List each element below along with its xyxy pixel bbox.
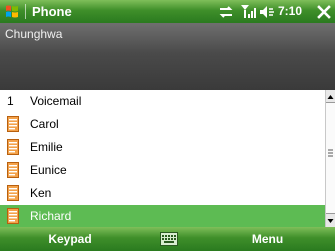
- grip-icon: [328, 149, 333, 157]
- list-item-contact[interactable]: Eunice: [0, 159, 325, 181]
- clock[interactable]: 7:10: [278, 4, 302, 18]
- arrow-down-icon: [327, 219, 334, 223]
- keyboard-icon[interactable]: [160, 232, 178, 246]
- list-item-contact[interactable]: Ken: [0, 182, 325, 204]
- list-item-contact[interactable]: Carol: [0, 113, 325, 135]
- dialer-header: Chunghwa: [0, 23, 335, 90]
- operator-name: Chunghwa: [5, 27, 63, 41]
- contact-card-icon: [7, 116, 19, 132]
- scroll-down-button[interactable]: [326, 214, 335, 227]
- title-bar: Phone 7:10: [0, 0, 335, 23]
- speed-dial-list: 1 Voicemail Carol Emilie Eunice Ken Rich…: [0, 90, 325, 227]
- contact-card-icon: [7, 208, 19, 224]
- scroll-up-button[interactable]: [326, 90, 335, 103]
- menu-softkey[interactable]: Menu: [200, 227, 335, 251]
- contact-card-icon: [7, 139, 19, 155]
- list-item-label: Carol: [30, 117, 59, 131]
- list-item-label: Eunice: [30, 163, 67, 177]
- volume-icon[interactable]: [259, 5, 275, 19]
- app-title: Phone: [32, 4, 72, 19]
- arrow-up-icon: [327, 95, 334, 99]
- close-button[interactable]: [314, 2, 333, 21]
- list-item-label: Voicemail: [30, 94, 82, 108]
- list-item-voicemail[interactable]: 1 Voicemail: [0, 90, 325, 112]
- signal-strength-icon[interactable]: [240, 4, 256, 19]
- list-scrollbar[interactable]: [325, 90, 335, 227]
- list-item-label: Richard: [30, 209, 72, 223]
- list-item-label: Ken: [30, 186, 52, 200]
- connectivity-icon[interactable]: [218, 5, 234, 19]
- title-separator: [25, 4, 26, 19]
- keypad-softkey[interactable]: Keypad: [0, 227, 140, 251]
- close-icon: [316, 4, 331, 19]
- scroll-thumb[interactable]: [326, 103, 335, 214]
- list-item-contact[interactable]: Emilie: [0, 136, 325, 158]
- windows-flag-icon[interactable]: [4, 3, 21, 20]
- speed-dial-number: 1: [7, 94, 14, 108]
- list-item-contact-selected[interactable]: Richard: [0, 205, 325, 227]
- contact-card-icon: [7, 185, 19, 201]
- contact-card-icon: [7, 162, 19, 178]
- list-item-label: Emilie: [30, 140, 63, 154]
- softkey-bar: Keypad Menu: [0, 227, 335, 251]
